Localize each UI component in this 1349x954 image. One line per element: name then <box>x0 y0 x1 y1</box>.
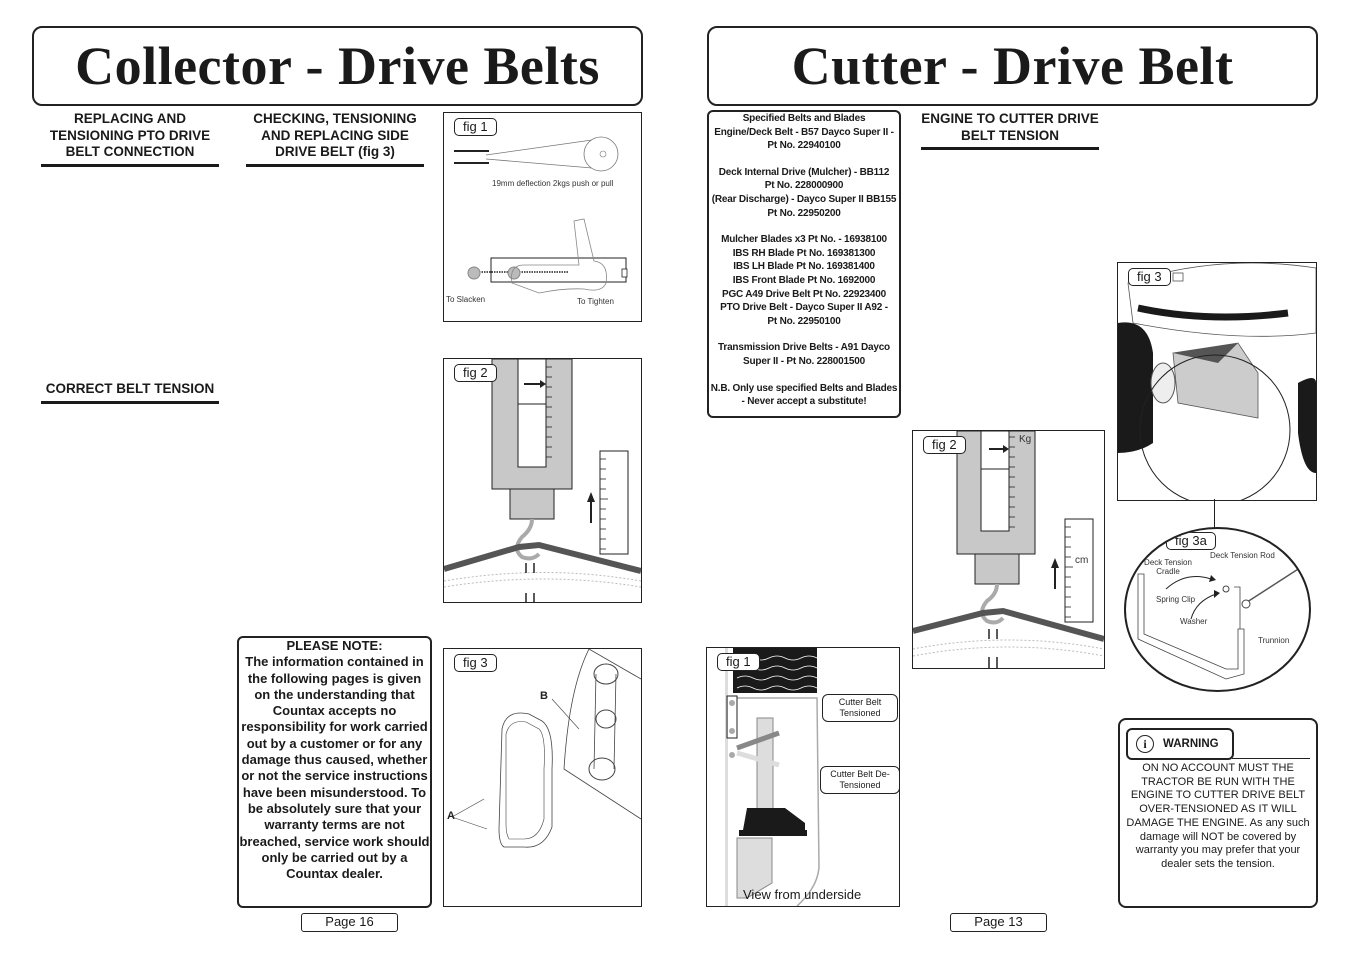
heading-correct-tension: CORRECT BELT TENSION <box>41 381 219 404</box>
spec-line: Pt No. 22940100 <box>767 140 841 152</box>
warning-box: i WARNING ON NO ACCOUNT MUST THE TRACTOR… <box>1118 718 1318 908</box>
spec-spacer <box>709 220 899 233</box>
callout-a: A <box>447 810 455 822</box>
part-spring-clip: Spring Clip <box>1156 595 1196 604</box>
left-page-title-box: Collector - Drive Belts <box>32 26 643 106</box>
right-page-title-box: Cutter - Drive Belt <box>707 26 1318 106</box>
spec-line: (Rear Discharge) - Dayco Super II BB155 <box>711 193 897 205</box>
fig-label: fig 1 <box>454 118 497 136</box>
spec-line: Engine/Deck Belt - B57 Dayco Super II - <box>714 126 894 138</box>
spec-line: N.B. Only use specified Belts and Blades <box>710 382 898 394</box>
spec-line: Pt No. 228000900 <box>764 180 844 192</box>
page-number-left: Page 16 <box>301 913 398 932</box>
spec-line: PGC A49 Drive Belt Pt No. 22923400 <box>721 288 887 300</box>
to-slacken-label: To Slacken <box>446 295 486 304</box>
fig-label: fig 3 <box>454 654 497 672</box>
specified-belts-box: Specified Belts and Blades Engine/Deck B… <box>707 110 901 418</box>
spec-line: Pt No. 22950100 <box>767 315 841 327</box>
spec-spacer <box>709 328 899 341</box>
spec-groups: Engine/Deck Belt - B57 Dayco Super II - P… <box>709 126 899 409</box>
left-page-title: Collector - Drive Belts <box>75 36 600 96</box>
deflection-caption: 19mm deflection 2kgs push or pull <box>492 179 614 188</box>
spec-line: Mulcher Blades x3 Pt No. - 16938100 <box>721 234 887 246</box>
right-fig2: fig 2 Kg cm <box>912 430 1105 669</box>
callout-belt-tensioned: Cutter Belt Tensioned <box>822 694 898 722</box>
spec-line: IBS Front Blade Pt No. 1692000 <box>732 274 876 286</box>
spec-line: PTO Drive Belt - Dayco Super II A92 - <box>720 302 888 314</box>
left-fig1: fig 1 19mm deflection 2kgs push or pull … <box>443 112 642 322</box>
side-belt-cover-diagram: A B <box>447 649 641 848</box>
fig3-connector-line <box>1214 499 1215 529</box>
spec-line: IBS RH Blade Pt No. 169381300 <box>732 247 876 259</box>
info-icon: i <box>1136 735 1154 753</box>
please-note-box: PLEASE NOTE: The information contained i… <box>237 636 432 908</box>
spec-line: Super II - Pt No. 228001500 <box>743 355 865 367</box>
right-fig1: fig 1 Cutter Belt Tensioned Cutter Belt … <box>706 647 900 907</box>
tractor-front-diagram <box>1118 263 1316 500</box>
specs-title: Specified Belts and Blades <box>742 113 866 124</box>
please-note-title: PLEASE NOTE: <box>286 638 383 653</box>
page-number-right: Page 13 <box>950 913 1047 932</box>
unit-kg-label: Kg <box>1019 434 1032 445</box>
part-deck-tension-rod: Deck Tension Rod <box>1210 551 1275 560</box>
heading-engine-cutter-tension: ENGINE TO CUTTER DRIVE BELT TENSION <box>921 111 1099 150</box>
callout-b: B <box>540 690 548 702</box>
spec-line: Deck Internal Drive (Mulcher) - BB112 <box>718 166 890 178</box>
spec-line: Transmission Drive Belts - A91 Dayco <box>718 342 890 354</box>
spring-balance-diagram <box>444 359 641 602</box>
heading-side-belt: CHECKING, TENSIONING AND REPLACING SIDE … <box>246 111 424 167</box>
part-washer: Washer <box>1180 617 1208 626</box>
right-fig3: fig 3 <box>1117 262 1317 501</box>
unit-cm-label: cm <box>1075 555 1089 566</box>
callout-belt-detensioned: Cutter Belt De-Tensioned <box>820 766 899 794</box>
spec-spacer <box>709 369 899 382</box>
right-page-title: Cutter - Drive Belt <box>791 36 1234 96</box>
to-tighten-label: To Tighten <box>577 297 614 306</box>
heading-pto-belt: REPLACING AND TENSIONING PTO DRIVE BELT … <box>41 111 219 167</box>
fig-label: fig 1 <box>717 653 760 671</box>
please-note-body: The information contained in the followi… <box>239 654 430 882</box>
warning-header: i WARNING <box>1126 728 1234 760</box>
fig-label: fig 2 <box>454 364 497 382</box>
fig-label: fig 2 <box>923 436 966 454</box>
spec-line: Pt No. 22950200 <box>767 207 841 219</box>
right-fig3a: fig 3a Deck Tension Cradle Deck Tension … <box>1124 527 1311 692</box>
spec-spacer <box>709 153 899 166</box>
spec-line: IBS LH Blade Pt No. 169381400 <box>733 261 875 273</box>
part-trunnion: Trunnion <box>1258 636 1290 645</box>
warning-text: ON NO ACCOUNT MUST THE TRACTOR BE RUN WI… <box>1126 762 1310 870</box>
left-fig3: A B fig 3 <box>443 648 642 907</box>
kg-spring-balance-diagram <box>913 431 1104 668</box>
part-deck-tension-cradle: Deck Tension Cradle <box>1144 558 1192 576</box>
warning-divider <box>1232 758 1310 759</box>
view-caption: View from underside <box>743 887 862 902</box>
fig-label: fig 3a <box>1166 532 1216 550</box>
belt-pulley-diagram <box>454 136 628 294</box>
left-fig2: fig 2 <box>443 358 642 603</box>
spec-line: - Never accept a substitute! <box>741 396 867 408</box>
warning-label: WARNING <box>1163 738 1219 750</box>
fig-label: fig 3 <box>1128 268 1171 286</box>
